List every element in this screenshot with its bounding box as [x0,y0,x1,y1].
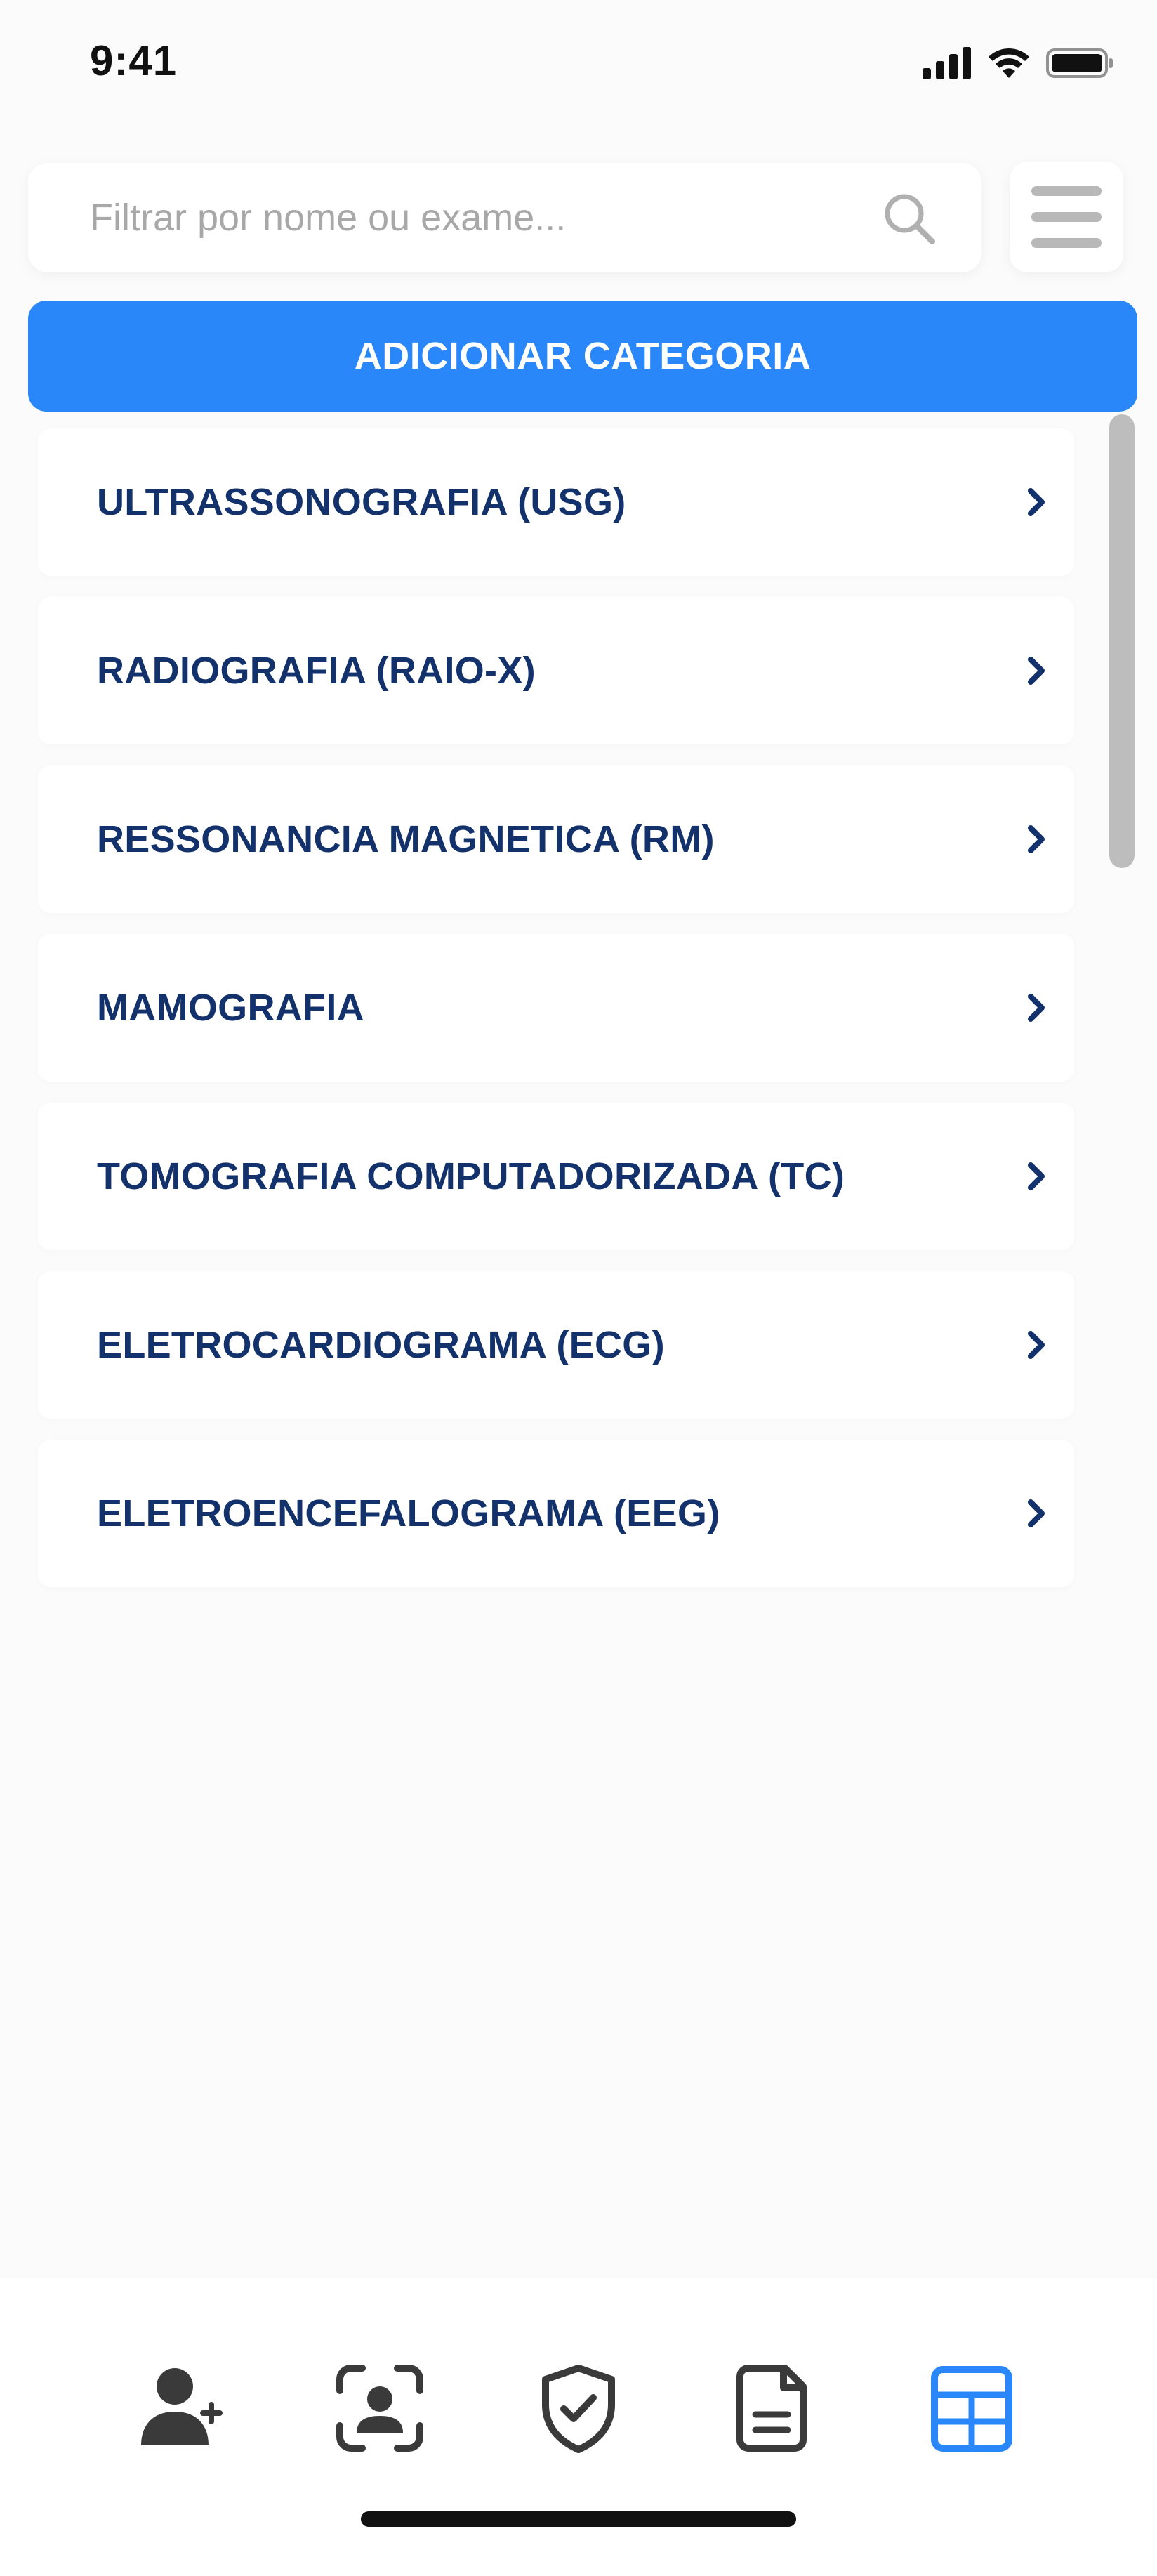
list-item[interactable]: TOMOGRAFIA COMPUTADORIZADA (TC) [38,1103,1074,1250]
list-item-label: ULTRASSONOGRAFIA (USG) [97,481,626,523]
chevron-right-icon [1028,825,1045,853]
nav-add-user[interactable] [131,2355,237,2461]
list-item-label: TOMOGRAFIA COMPUTADORIZADA (TC) [97,1155,845,1197]
status-icons [923,42,1113,84]
wifi-icon [989,48,1029,78]
home-indicator [361,2511,796,2527]
list-item[interactable]: ELETROENCEFALOGRAMA (EEG) [38,1440,1074,1587]
list-item-label: MAMOGRAFIA [97,987,364,1029]
document-icon [736,2365,807,2452]
cellular-signal-icon [923,47,971,79]
list-item[interactable]: ULTRASSONOGRAFIA (USG) [38,428,1074,576]
battery-icon [1046,48,1113,78]
chevron-right-icon [1028,657,1045,685]
add-user-icon [141,2368,223,2445]
list-item-label: ELETROCARDIOGRAMA (ECG) [97,1324,665,1366]
status-bar: 9:41 [0,0,1157,126]
category-list: ULTRASSONOGRAFIA (USG) RADIOGRAFIA (RAIO… [38,428,1074,1608]
bottom-nav [0,2278,1157,2576]
nav-face-scan[interactable] [327,2355,432,2461]
scrollbar-thumb[interactable] [1109,414,1135,868]
chevron-right-icon [1028,1162,1045,1190]
list-item-label: RADIOGRAFIA (RAIO-X) [97,650,536,692]
shield-check-icon [542,2365,615,2453]
chevron-right-icon [1028,488,1045,516]
list-item-label: RESSONANCIA MAGNETICA (RM) [97,818,715,860]
search-icon[interactable] [880,190,937,246]
chevron-right-icon [1028,994,1045,1022]
list-item[interactable]: ELETROCARDIOGRAMA (ECG) [38,1271,1074,1419]
nav-document[interactable] [722,2355,827,2461]
list-item[interactable]: MAMOGRAFIA [38,934,1074,1082]
menu-button[interactable] [1010,162,1123,272]
status-time: 9:41 [90,37,178,84]
nav-shield[interactable] [526,2355,631,2461]
search-box [28,163,981,272]
add-category-label: ADICIONAR CATEGORIA [354,335,812,377]
chevron-right-icon [1028,1331,1045,1359]
list-item[interactable]: RESSONANCIA MAGNETICA (RM) [38,765,1074,913]
face-scan-icon [336,2365,423,2452]
list-item[interactable]: RADIOGRAFIA (RAIO-X) [38,597,1074,744]
grid-table-icon [931,2366,1012,2452]
chevron-right-icon [1028,1499,1045,1527]
add-category-button[interactable]: ADICIONAR CATEGORIA [28,301,1137,412]
list-item-label: ELETROENCEFALOGRAMA (EEG) [97,1492,720,1535]
nav-grid[interactable] [919,2355,1024,2461]
search-input[interactable] [90,163,848,272]
app-screen: 9:41 Filtrar por nome ou exame... ADICIO… [0,0,1157,2576]
hamburger-menu-icon [1031,186,1102,248]
